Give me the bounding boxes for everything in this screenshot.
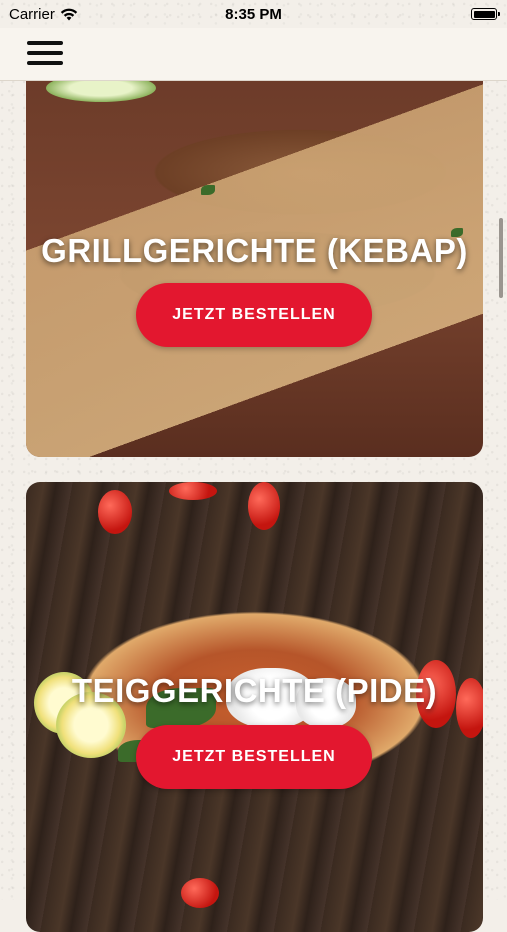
wifi-icon <box>60 8 78 20</box>
category-title: GRILLGERICHTE (KEBAP) <box>41 232 468 269</box>
category-title: TEIGGERICHTE (PIDE) <box>71 672 438 709</box>
status-bar: Carrier 8:35 PM <box>0 0 507 28</box>
category-card-grill[interactable]: GRILLGERICHTE (KEBAP) JETZT BESTELLEN <box>26 50 483 457</box>
order-now-button[interactable]: JETZT BESTELLEN <box>136 725 372 789</box>
top-navigation-bar <box>0 28 507 81</box>
scrollbar[interactable] <box>499 218 503 298</box>
status-left: Carrier <box>0 6 78 23</box>
carrier-label: Carrier <box>9 5 55 23</box>
category-card-pide[interactable]: TEIGGERICHTE (PIDE) JETZT BESTELLEN <box>26 482 483 932</box>
status-right <box>471 8 507 20</box>
order-now-button[interactable]: JETZT BESTELLEN <box>136 283 372 347</box>
battery-icon <box>471 8 500 20</box>
hamburger-menu-icon[interactable] <box>27 39 63 67</box>
